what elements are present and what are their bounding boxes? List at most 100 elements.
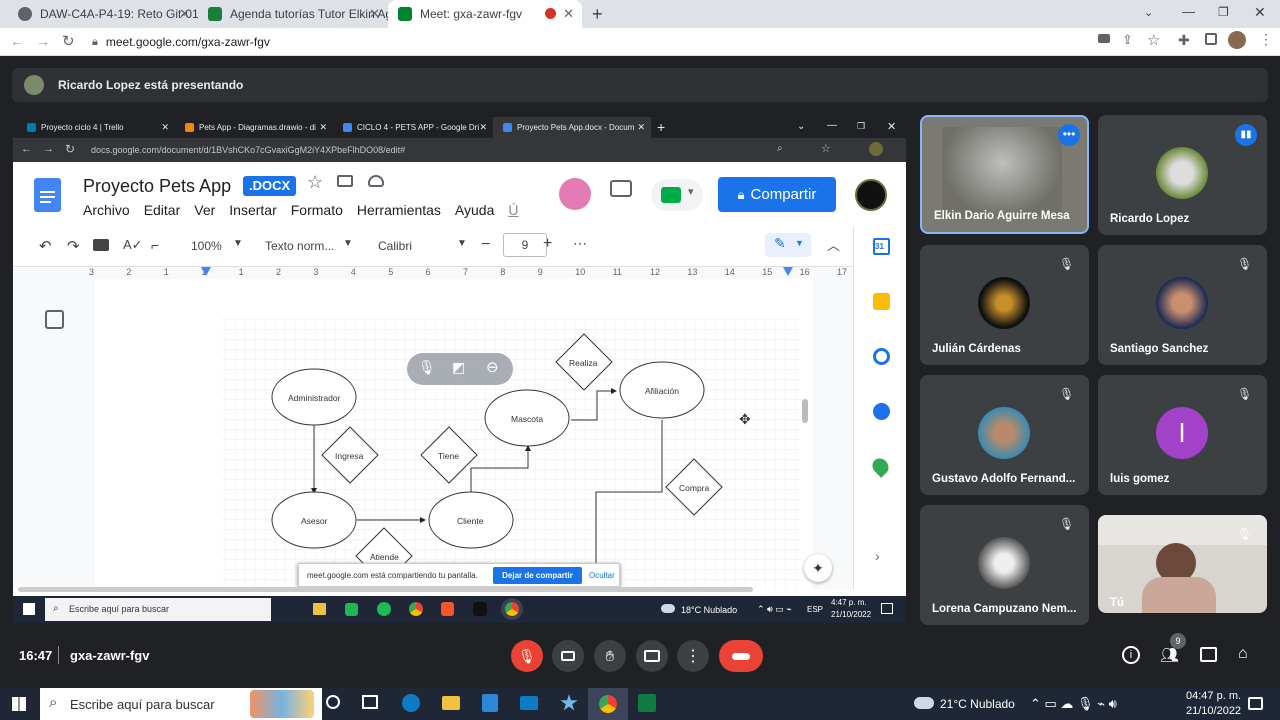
style-select[interactable]: Texto norm...	[265, 239, 334, 253]
share-icon[interactable]: ⇪	[1122, 32, 1133, 48]
app-icon[interactable]	[560, 694, 578, 711]
menu-insertar[interactable]: Insertar	[229, 202, 276, 218]
edge-icon[interactable]	[402, 694, 420, 712]
menu-ayuda[interactable]: Ayuda	[455, 202, 494, 218]
participant-tile[interactable]: ••• Elkin Dario Aguirre Mesa	[920, 115, 1089, 234]
minimize-icon[interactable]: —	[1182, 4, 1195, 19]
camera-icon[interactable]	[1098, 34, 1110, 43]
doc-page[interactable]: Administrador Asesor Cliente Mascota Afi…	[95, 279, 813, 589]
extensions-icon[interactable]: ✚	[1178, 32, 1190, 49]
participant-tile[interactable]: 🎙︎ Santiago Sanchez	[1098, 245, 1267, 365]
mic-off-icon[interactable]: 🎙︎	[418, 359, 436, 376]
menu-editar[interactable]: Editar	[144, 202, 181, 218]
collapse-toolbar-icon[interactable]: ︿	[827, 235, 840, 254]
decrease-font-icon[interactable]: −	[481, 236, 490, 254]
participant-tile[interactable]: 🎙︎ Julián Cárdenas	[920, 245, 1089, 365]
share-button[interactable]: 🔒︎ Compartir	[718, 177, 836, 212]
activities-icon[interactable]: ⌂	[1238, 645, 1248, 663]
reload-icon[interactable]: ↻	[62, 32, 75, 50]
scrollbar-thumb[interactable]	[802, 399, 808, 423]
restore-icon[interactable]: ❐	[1218, 5, 1229, 19]
more-options-icon[interactable]: •••	[1058, 124, 1080, 146]
bookmark-star-icon[interactable]: ☆	[1147, 31, 1160, 49]
move-folder-icon[interactable]	[337, 175, 353, 187]
keep-icon[interactable]	[873, 293, 890, 310]
more-options-button[interactable]: ⋮	[677, 640, 709, 672]
maps-icon[interactable]	[869, 455, 892, 478]
calendar-icon[interactable]: 31	[873, 238, 890, 255]
forward-icon[interactable]: →	[36, 33, 50, 49]
info-icon[interactable]: i	[1122, 646, 1140, 664]
browser-tab[interactable]: Agenda tutorías Tutor Elkin Agui ✕	[198, 0, 388, 28]
mail-icon[interactable]	[520, 696, 538, 710]
present-button[interactable]	[636, 640, 668, 672]
meet-button[interactable]: ▾	[651, 179, 703, 211]
spellcheck-icon[interactable]: A✓	[123, 237, 143, 253]
excel-icon[interactable]	[638, 694, 656, 712]
taskbar-active-app[interactable]	[588, 688, 628, 720]
taskbar-weather[interactable]: 21°C Nublado	[940, 697, 1015, 711]
close-icon[interactable]: ✕	[563, 6, 574, 22]
tasks-icon[interactable]	[873, 348, 890, 365]
close-icon[interactable]: ✕	[369, 6, 380, 22]
remove-icon[interactable]: ⊖	[486, 358, 499, 376]
new-tab-icon[interactable]: +	[592, 4, 603, 25]
menu-herramientas[interactable]: Herramientas	[357, 202, 441, 218]
contacts-icon[interactable]	[873, 403, 890, 420]
menu-formato[interactable]: Formato	[291, 202, 343, 218]
camera-toggle-button[interactable]	[552, 640, 584, 672]
redo-icon[interactable]: ↷	[67, 237, 80, 255]
windows-start-icon[interactable]	[12, 697, 26, 711]
font-select[interactable]: Calibri	[378, 239, 412, 253]
zoom-select[interactable]: 100%	[191, 239, 222, 253]
back-icon[interactable]: ←	[10, 33, 24, 49]
file-explorer-icon[interactable]	[442, 696, 460, 710]
comments-icon[interactable]	[610, 180, 632, 197]
menu-ver[interactable]: Ver	[194, 202, 215, 218]
star-icon[interactable]: ☆	[307, 172, 323, 193]
url-field[interactable]: 🔒︎ meet.google.com/gxa-zawr-fgv	[88, 31, 1088, 53]
chat-icon[interactable]	[1200, 647, 1217, 662]
more-icon[interactable]: ⋯	[573, 235, 587, 252]
editing-mode-button[interactable]: ✎ ▼	[765, 233, 811, 257]
browser-tab-active[interactable]: Meet: gxa-zawr-fgv ✕	[388, 0, 582, 28]
hide-button[interactable]: Ocultar	[589, 571, 615, 580]
undo-icon[interactable]: ↶	[39, 237, 52, 255]
participant-tile[interactable]: 🎙︎ l luis gomez	[1098, 375, 1267, 495]
paint-format-icon[interactable]: ⌐	[151, 237, 159, 253]
mic-toggle-button[interactable]: 🎙︎	[511, 640, 543, 672]
profile-avatar[interactable]	[855, 179, 887, 211]
stop-sharing-button[interactable]: Dejar de compartir	[493, 567, 582, 584]
kiwi-user-avatar[interactable]	[559, 178, 591, 210]
close-icon[interactable]: ✕	[179, 6, 190, 22]
menu-archivo[interactable]: Archivo	[83, 202, 130, 218]
font-size-input[interactable]: 9	[503, 233, 547, 257]
raise-hand-button[interactable]: ✋︎	[594, 640, 626, 672]
tray-icons[interactable]: ⌃ ▭ ☁ 🎙︎ ⌁ 🔊︎	[1030, 696, 1117, 712]
leave-call-button[interactable]	[719, 640, 763, 672]
participant-tile[interactable]: ▮▮ Ricardo Lopez	[1098, 115, 1267, 235]
video-off-icon[interactable]: ◩	[452, 359, 465, 376]
doc-title[interactable]: Proyecto Pets App	[83, 176, 231, 197]
increase-font-icon[interactable]: +	[543, 235, 552, 253]
participant-tile[interactable]: 🎙︎ Lorena Campuzano Nem...	[920, 505, 1089, 625]
participant-tile[interactable]: 🎙︎ Gustavo Adolfo Fernand...	[920, 375, 1089, 495]
browser-tab[interactable]: DAW-C4A-P4-19: Reto Git-01 ✕	[8, 0, 198, 28]
participant-tile-self[interactable]: 🎙︎ Tú	[1098, 515, 1267, 613]
sidepanel-icon[interactable]	[1205, 33, 1217, 45]
menu-kebab-icon[interactable]: ⋮	[1259, 31, 1273, 48]
store-icon[interactable]	[482, 694, 498, 712]
outline-icon[interactable]	[45, 310, 64, 329]
horizontal-scrollbar[interactable]	[18, 587, 753, 592]
tab-search-icon[interactable]: ⌄	[1144, 6, 1153, 19]
cortana-icon[interactable]	[326, 695, 340, 709]
print-icon[interactable]	[93, 239, 109, 251]
profile-avatar[interactable]	[1228, 31, 1246, 49]
explore-icon[interactable]: ✦	[804, 554, 832, 582]
menu-last-edit[interactable]: Ú	[508, 202, 518, 218]
window-close-icon[interactable]: ✕	[1254, 4, 1266, 21]
right-indent-marker[interactable]	[783, 267, 793, 276]
task-view-icon[interactable]	[362, 695, 378, 709]
chevron-right-icon[interactable]: ›	[875, 548, 880, 564]
notification-center-icon[interactable]	[1248, 697, 1263, 710]
